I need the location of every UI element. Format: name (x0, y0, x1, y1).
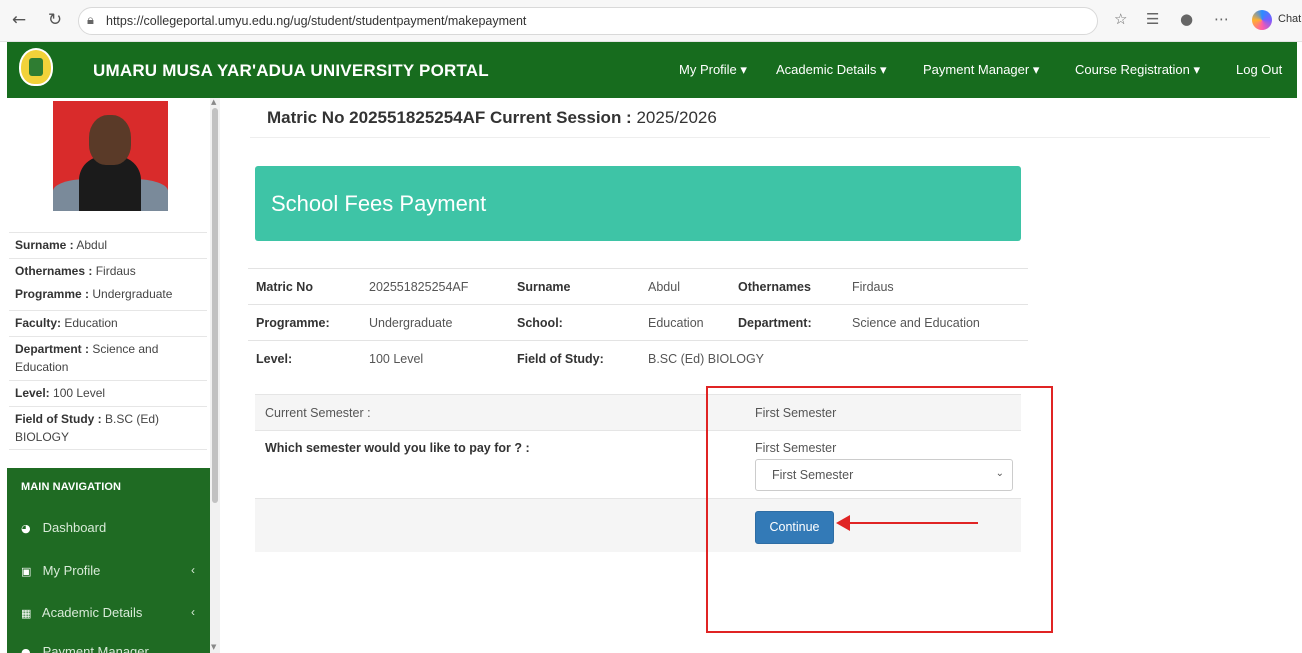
info-faculty: Faculty: Education (9, 310, 207, 335)
main-nav-title: MAIN NAVIGATION (21, 481, 122, 493)
browser-toolbar: ← ↻ 🔒︎ https://collegeportal.umyu.edu.ng… (0, 0, 1302, 42)
annotation-arrow-line (848, 522, 978, 524)
info-field-of-study: Field of Study : B.SC (Ed) BIOLOGY (9, 406, 207, 450)
address-bar[interactable]: 🔒︎ https://collegeportal.umyu.edu.ng/ug/… (78, 7, 1098, 35)
payment-icon: ● (21, 646, 31, 653)
menu-log-out[interactable]: Log Out (1236, 62, 1282, 77)
favorites-list-icon[interactable]: ☰ (1146, 10, 1159, 28)
info-level: Level: 100 Level (9, 380, 207, 405)
refresh-icon[interactable]: ↻ (44, 9, 66, 31)
sidebar-item-academic-details[interactable]: ▦ Academic Details ‹ (21, 605, 201, 620)
sidebar-item-my-profile[interactable]: ▣ My Profile ‹ (21, 563, 201, 578)
sidebar: Surname : Abdul Othernames : Firdaus Pro… (7, 98, 210, 653)
back-icon[interactable]: ← (8, 9, 30, 31)
divider (250, 137, 1270, 138)
table-row: Matric No 202551825254AF Surname Abdul O… (248, 268, 1028, 305)
table-row: Programme: Undergraduate School: Educati… (248, 304, 1028, 341)
info-othernames: Othernames : Firdaus (9, 258, 207, 283)
info-surname: Surname : Abdul (9, 232, 207, 257)
sidebar-item-dashboard[interactable]: ◕ Dashboard (21, 520, 201, 535)
menu-academic-details[interactable]: Academic Details ▾ (776, 62, 887, 78)
school-fees-banner: School Fees Payment (255, 166, 1021, 241)
profile-card-icon: ▣ (21, 565, 32, 578)
chat-label[interactable]: Chat (1278, 13, 1301, 25)
url-text: https://collegeportal.umyu.edu.ng/ug/stu… (106, 14, 527, 28)
chevron-left-icon: ‹ (191, 563, 195, 577)
banner-title: School Fees Payment (271, 191, 487, 216)
matric-label: Matric No 202551825254AF Current Session… (267, 108, 632, 127)
menu-payment-manager[interactable]: Payment Manager ▾ (923, 62, 1039, 78)
which-semester-label: Which semester would you like to pay for… (265, 441, 530, 455)
more-options-icon[interactable]: ⋯ (1214, 10, 1229, 28)
lock-icon: 🔒︎ (87, 13, 94, 28)
main-navigation: MAIN NAVIGATION ◕ Dashboard ▣ My Profile… (7, 468, 210, 653)
scroll-down-icon[interactable]: ▼ (211, 643, 216, 651)
favorite-star-icon[interactable]: ☆ (1114, 10, 1127, 28)
profile-icon[interactable]: ● (1180, 10, 1193, 28)
portal-title: UMARU MUSA YAR'ADUA UNIVERSITY PORTAL (93, 61, 489, 80)
menu-my-profile[interactable]: My Profile ▾ (679, 62, 747, 78)
menu-course-registration[interactable]: Course Registration ▾ (1075, 62, 1200, 78)
sidebar-scrollbar[interactable]: ▲ ▼ (210, 98, 220, 653)
student-details-table: Matric No 202551825254AF Surname Abdul O… (248, 268, 1028, 377)
annotation-highlight-box (706, 386, 1053, 633)
scroll-up-icon[interactable]: ▲ (211, 98, 216, 106)
portal-header: UMARU MUSA YAR'ADUA UNIVERSITY PORTAL My… (7, 42, 1297, 98)
matric-session-line: Matric No 202551825254AF Current Session… (267, 108, 717, 128)
sidebar-item-payment-manager[interactable]: ● Payment Manager (21, 644, 201, 653)
info-department: Department : Science and Education (9, 336, 207, 379)
copilot-icon[interactable] (1252, 10, 1272, 30)
grid-icon: ▦ (21, 607, 32, 620)
current-semester-label: Current Semester : (265, 406, 371, 420)
info-programme: Programme : Undergraduate (15, 287, 173, 301)
dashboard-icon: ◕ (21, 522, 31, 535)
table-row: Level: 100 Level Field of Study: B.SC (E… (248, 340, 1028, 377)
chevron-left-icon: ‹ (191, 605, 195, 619)
student-photo (53, 101, 168, 211)
university-logo (19, 48, 53, 86)
session-value: 2025/2026 (636, 108, 717, 127)
scrollbar-thumb[interactable] (212, 108, 218, 503)
